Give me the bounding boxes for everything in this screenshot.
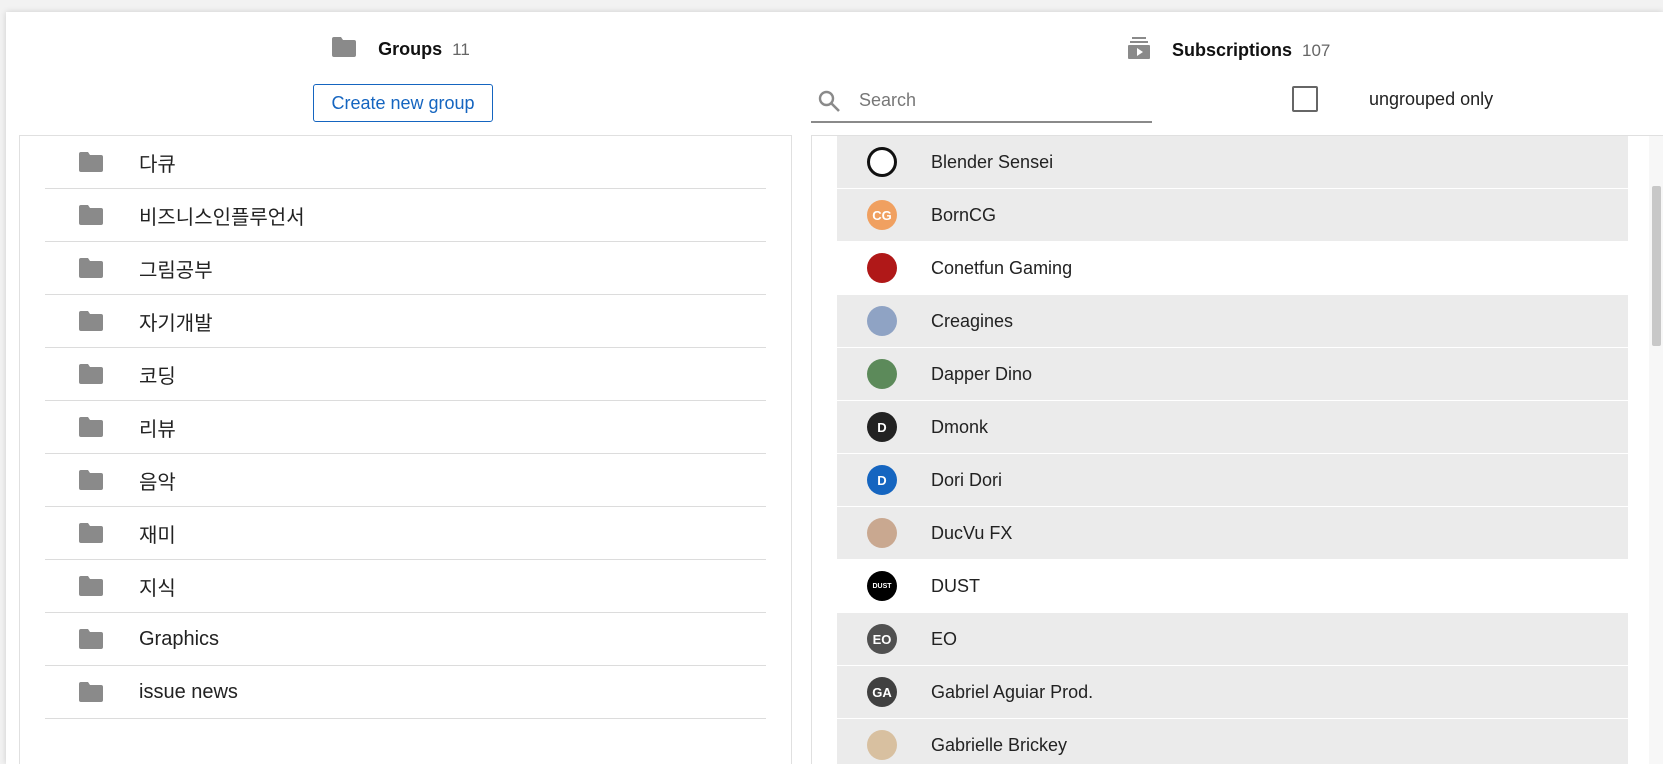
subscription-item[interactable]: CG BornCG [837,189,1628,242]
subscription-item[interactable]: Conetfun Gaming [837,242,1628,295]
folder-icon [79,470,103,490]
groups-title: Groups [378,39,443,59]
channel-avatar [867,306,897,336]
channel-avatar [867,147,897,177]
folder-icon [79,523,103,543]
folder-icon [79,152,103,172]
ungrouped-only-label: ungrouped only [1369,88,1494,109]
search-box [811,80,1152,123]
subscription-item[interactable]: DucVu FX [837,507,1628,560]
folder-icon [79,629,103,649]
channel-name: Dapper Dino [931,363,1033,384]
group-item[interactable]: 다큐 [45,136,766,189]
subscriptions-header: Subscriptions 107 [1128,37,1330,64]
ungrouped-only-checkbox[interactable] [1292,86,1318,112]
subscriptions-icon [1128,37,1150,64]
group-item[interactable]: 그림공부 [45,242,766,295]
folder-icon [79,417,103,437]
subscription-list: Blender Sensei CG BornCG Conetfun Gaming Cre… [812,136,1663,764]
group-label: 그림공부 [139,259,213,282]
subscriptions-panel: Blender Sensei CG BornCG Conetfun Gaming Cre… [811,135,1663,764]
group-label: 다큐 [139,153,176,176]
group-item[interactable]: issue news [45,666,766,719]
subscription-item[interactable]: Dapper Dino [837,348,1628,401]
channel-avatar [867,518,897,548]
scrollbar[interactable] [1649,136,1663,764]
groups-count: 11 [452,39,470,59]
manage-subscriptions-dialog: Groups 11 Create new group 다큐비즈니스인플루언서그림… [6,12,1663,764]
channel-avatar [867,253,897,283]
group-list: 다큐비즈니스인플루언서그림공부자기개발코딩리뷰음악재미지식 Graphics iss… [20,136,791,719]
group-item[interactable]: 지식 [45,560,766,613]
folder-icon [79,258,103,278]
group-label: Graphics [139,627,220,650]
group-label: 재미 [139,524,176,547]
channel-avatar: DUST [867,571,897,601]
subscription-item[interactable]: Blender Sensei [837,136,1628,189]
folder-icon [332,37,357,62]
group-item[interactable]: 코딩 [45,348,766,401]
channel-name: Blender Sensei [931,151,1054,172]
subscription-item[interactable]: Gabrielle Brickey [837,719,1628,764]
subscription-item[interactable]: EO EO [837,613,1628,666]
group-item[interactable]: 비즈니스인플루언서 [45,189,766,242]
channel-name: EO [931,628,958,649]
create-new-group-button[interactable]: Create new group [313,84,493,122]
channel-name: BornCG [931,204,997,225]
group-label: 음악 [139,471,176,494]
groups-header: Groups 11 [6,37,796,62]
scrollbar-thumb[interactable] [1652,186,1661,346]
channel-name: Dmonk [931,416,989,437]
folder-icon [79,205,103,225]
channel-name: Gabrielle Brickey [931,734,1068,755]
channel-name: Creagines [931,310,1014,331]
group-item[interactable]: 음악 [45,454,766,507]
ungrouped-only-filter[interactable]: ungrouped only [1292,86,1493,112]
channel-avatar: CG [867,200,897,230]
channel-name: DucVu FX [931,522,1013,543]
channel-avatar: EO [867,624,897,654]
group-label: issue news [139,680,238,703]
subscription-item[interactable]: GA Gabriel Aguiar Prod. [837,666,1628,719]
subscriptions-title: Subscriptions [1172,40,1293,60]
group-label: 코딩 [139,365,176,388]
channel-avatar: D [867,465,897,495]
folder-icon [79,311,103,331]
channel-name: Dori Dori [931,469,1003,490]
subscription-item[interactable]: D Dmonk [837,401,1628,454]
subscription-item[interactable]: Creagines [837,295,1628,348]
group-label: 리뷰 [139,418,176,441]
group-label: 자기개발 [139,312,213,335]
subscription-item[interactable]: DUST DUST [837,560,1628,613]
group-item[interactable]: Graphics [45,613,766,666]
folder-icon [79,364,103,384]
group-item[interactable]: 재미 [45,507,766,560]
channel-name: Gabriel Aguiar Prod. [931,681,1094,702]
channel-avatar [867,730,897,760]
group-item[interactable]: 리뷰 [45,401,766,454]
channel-avatar: GA [867,677,897,707]
channel-avatar [867,359,897,389]
subscriptions-count: 107 [1302,40,1331,60]
group-label: 비즈니스인플루언서 [139,206,305,229]
group-item[interactable]: 자기개발 [45,295,766,348]
channel-name: DUST [931,575,980,596]
channel-name: Conetfun Gaming [931,257,1073,278]
groups-panel: 다큐비즈니스인플루언서그림공부자기개발코딩리뷰음악재미지식 Graphics iss… [19,135,792,764]
search-icon [817,89,841,113]
folder-icon [79,576,103,596]
folder-icon [79,682,103,702]
group-label: 지식 [139,577,176,600]
subscription-item[interactable]: D Dori Dori [837,454,1628,507]
search-input[interactable] [859,90,1129,111]
channel-avatar: D [867,412,897,442]
